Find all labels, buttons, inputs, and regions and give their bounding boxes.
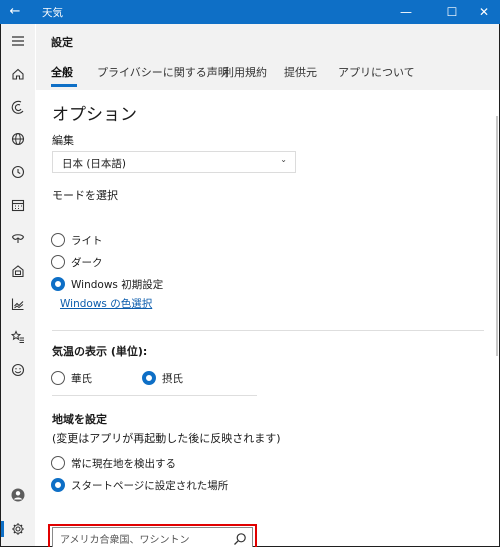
radio-celsius-circle[interactable] [142,371,156,385]
window-title: 天気 [42,7,63,19]
tab-privacy[interactable]: プライバシーに関する声明 [97,64,229,80]
news-icon[interactable] [6,260,30,282]
radio-light-circle[interactable] [51,233,65,247]
radio-start-page-location-label: スタートページに設定された場所 [71,479,229,492]
calendar-icon[interactable] [6,194,30,216]
tab-about[interactable]: アプリについて [338,64,415,80]
mode-label: モードを選択 [52,189,118,202]
tab-credits[interactable]: 提供元 [284,64,317,80]
account-icon[interactable] [6,484,30,506]
life-icon[interactable] [6,227,30,249]
radio-windows-default-label: Windows 初期設定 [71,278,164,291]
title-bar: ← 天気 — ☐ ✕ [0,0,500,24]
settings-icon[interactable] [6,518,30,540]
radio-detect-location[interactable]: 常に現在地を検出する [51,455,176,471]
maximize-icon[interactable]: ☐ [436,0,468,24]
options-heading: オプション [52,105,137,125]
radio-dark-circle[interactable] [51,255,65,269]
menu-icon[interactable] [6,30,30,52]
page-title: 設定 [51,36,73,49]
close-icon[interactable]: ✕ [468,0,500,24]
minimize-icon[interactable]: — [390,0,422,24]
radio-detect-location-label: 常に現在地を検出する [71,457,176,470]
radio-start-page-location-circle[interactable] [51,478,65,492]
settings-content: 設定 全般 プライバシーに関する声明 利用規約 提供元 アプリについて オプショ… [36,24,499,547]
selected-indicator [1,521,4,537]
language-value: 日本 (日本語) [62,158,127,170]
region-note: (変更はアプリが再起動した後に反映されます) [52,432,281,445]
favorites-icon[interactable] [6,326,30,348]
active-tab-indicator [51,84,77,87]
region-label: 地域を設定 [52,413,107,426]
back-icon[interactable]: ← [6,3,24,21]
radio-dark-label: ダーク [71,256,103,269]
radio-windows-default-circle[interactable] [51,277,65,291]
temperature-label: 気温の表示 (単位): [52,345,148,358]
edit-label: 編集 [52,134,74,147]
radio-light[interactable]: ライト [51,232,103,248]
tab-bar: 全般 プライバシーに関する声明 利用規約 提供元 アプリについて [36,60,499,88]
clock-icon[interactable] [6,161,30,183]
tab-general[interactable]: 全般 [51,64,73,80]
scrollbar[interactable] [496,116,498,356]
search-icon[interactable] [233,531,247,545]
location-search-box[interactable] [52,527,253,547]
location-search-input[interactable] [54,529,224,547]
chevron-down-icon: ⌄ [280,155,287,164]
app-window: 設定 全般 プライバシーに関する声明 利用規約 提供元 アプリについて オプショ… [1,24,499,547]
chart-icon[interactable] [6,293,30,315]
radio-light-label: ライト [71,234,103,247]
globe-icon[interactable] [6,128,30,150]
radio-fahrenheit-circle[interactable] [51,371,65,385]
home-icon[interactable] [6,63,30,85]
radio-celsius-label: 摂氏 [162,372,183,385]
nav-rail [1,24,35,546]
smiley-icon[interactable] [6,359,30,381]
language-dropdown[interactable]: 日本 (日本語) ⌄ [52,151,296,173]
radio-start-page-location[interactable]: スタートページに設定された場所 [51,477,228,493]
radio-windows-default[interactable]: Windows 初期設定 [51,276,163,292]
radio-fahrenheit-label: 華氏 [71,372,92,385]
options-panel: オプション 編集 日本 (日本語) ⌄ モードを選択 ライト ダーク Windo… [36,90,499,547]
radio-fahrenheit[interactable]: 華氏 [51,370,92,386]
radio-celsius[interactable]: 摂氏 [142,370,183,386]
tab-terms[interactable]: 利用規約 [223,64,267,80]
radio-dark[interactable]: ダーク [51,254,103,270]
windows-color-link[interactable]: Windows の色選択 [60,296,152,311]
divider [52,330,484,331]
radio-detect-location-circle[interactable] [51,456,65,470]
forecast-icon[interactable] [6,96,30,118]
divider [52,395,257,396]
